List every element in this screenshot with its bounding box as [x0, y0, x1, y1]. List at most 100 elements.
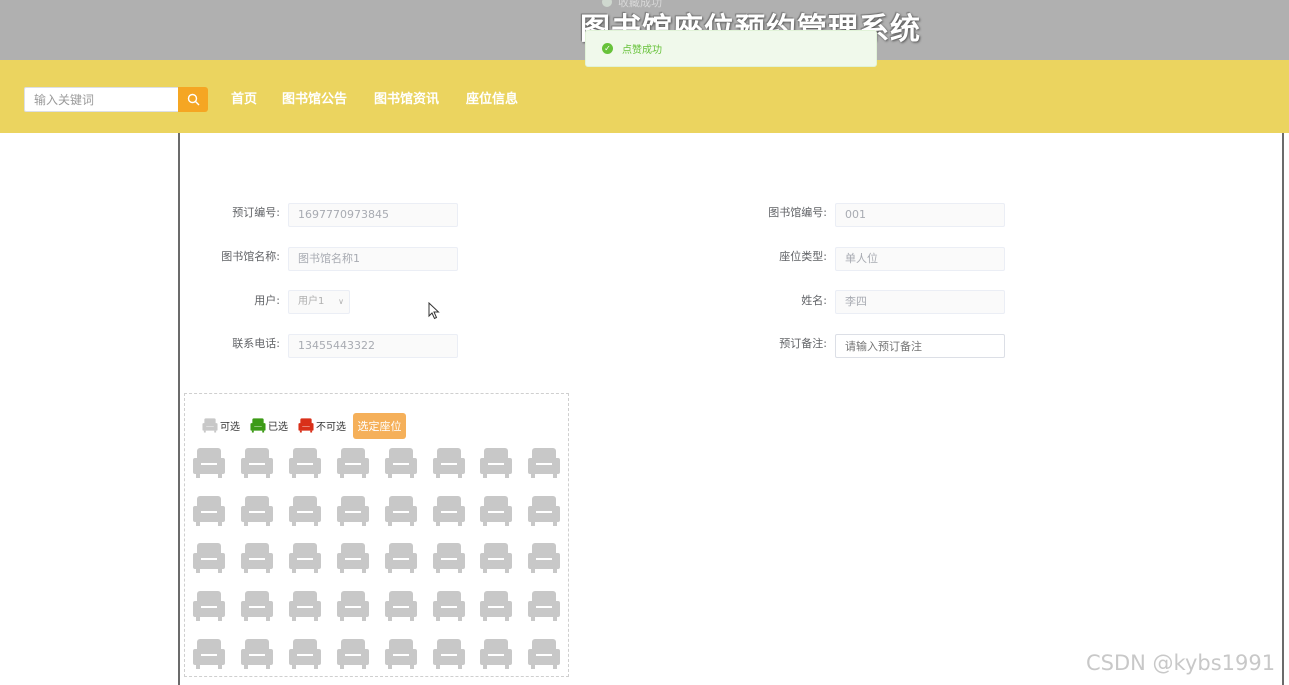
- seat-1-1[interactable]: [192, 445, 226, 479]
- seat-3-8[interactable]: [527, 540, 561, 574]
- seat-5-2[interactable]: [240, 636, 274, 670]
- seat-4-6[interactable]: [432, 588, 466, 622]
- seat-2-3[interactable]: [288, 493, 322, 527]
- seat-4-5[interactable]: [384, 588, 418, 622]
- seat-type-field: 单人位: [835, 247, 1005, 271]
- watermark: CSDN @kybs1991: [1086, 651, 1276, 675]
- seat-5-1[interactable]: [192, 636, 226, 670]
- seat-4-7[interactable]: [479, 588, 513, 622]
- seat-2-6[interactable]: [432, 493, 466, 527]
- legend-unavailable-label: 不可选: [316, 421, 346, 433]
- armchair-icon: [480, 591, 512, 621]
- seat-1-3[interactable]: [288, 445, 322, 479]
- armchair-icon: [193, 591, 225, 621]
- select-seat-button[interactable]: 选定座位: [353, 413, 406, 439]
- seat-5-7[interactable]: [479, 636, 513, 670]
- seat-type-label: 座位类型:: [779, 250, 827, 263]
- mouse-cursor-icon: [428, 302, 440, 320]
- seat-2-8[interactable]: [527, 493, 561, 527]
- remark-input[interactable]: [835, 334, 1005, 358]
- armchair-icon: [241, 639, 273, 669]
- seat-5-5[interactable]: [384, 636, 418, 670]
- armchair-icon: [528, 591, 560, 621]
- chevron-down-icon: ∨: [338, 297, 344, 306]
- library-name-field: 图书馆名称1: [288, 247, 458, 271]
- seat-4-2[interactable]: [240, 588, 274, 622]
- seat-5-8[interactable]: [527, 636, 561, 670]
- library-no-label: 图书馆编号:: [768, 206, 827, 219]
- armchair-icon: [528, 496, 560, 526]
- search-input[interactable]: [24, 87, 178, 112]
- library-name-label: 图书馆名称:: [221, 250, 280, 263]
- armchair-icon: [480, 448, 512, 478]
- seat-4-4[interactable]: [336, 588, 370, 622]
- armchair-icon: [480, 639, 512, 669]
- user-select-value: 用户1: [298, 296, 325, 307]
- armchair-icon: [337, 543, 369, 573]
- armchair-icon: [433, 639, 465, 669]
- armchair-icon: [241, 496, 273, 526]
- phone-label: 联系电话:: [232, 337, 280, 350]
- seat-5-4[interactable]: [336, 636, 370, 670]
- seat-3-1[interactable]: [192, 540, 226, 574]
- armchair-icon: [385, 543, 417, 573]
- armchair-icon: [193, 496, 225, 526]
- armchair-icon: [480, 496, 512, 526]
- armchair-icon: [289, 591, 321, 621]
- seat-1-6[interactable]: [432, 445, 466, 479]
- armchair-icon: [385, 496, 417, 526]
- seat-2-2[interactable]: [240, 493, 274, 527]
- user-select[interactable]: 用户1 ∨: [288, 290, 350, 314]
- legend-selected-label: 已选: [268, 421, 288, 433]
- legend-available-label: 可选: [220, 421, 240, 433]
- seat-1-2[interactable]: [240, 445, 274, 479]
- armchair-icon: [289, 496, 321, 526]
- seat-1-4[interactable]: [336, 445, 370, 479]
- name-field: 李四: [835, 290, 1005, 314]
- armchair-icon: [241, 591, 273, 621]
- nav-library-notices[interactable]: 图书馆公告: [282, 88, 347, 107]
- armchair-icon: [193, 448, 225, 478]
- armchair-icon: [289, 639, 321, 669]
- armchair-icon: [385, 591, 417, 621]
- nav-home[interactable]: 首页: [231, 88, 257, 107]
- name-label: 姓名:: [801, 294, 827, 307]
- armchair-icon: [241, 543, 273, 573]
- armchair-icon: [337, 496, 369, 526]
- armchair-icon: [337, 448, 369, 478]
- armchair-icon: [289, 543, 321, 573]
- seat-3-5[interactable]: [384, 540, 418, 574]
- seat-4-1[interactable]: [192, 588, 226, 622]
- seat-5-3[interactable]: [288, 636, 322, 670]
- success-toast: ✓ 点赞成功: [585, 30, 877, 67]
- seat-4-8[interactable]: [527, 588, 561, 622]
- seat-3-7[interactable]: [479, 540, 513, 574]
- legend-selected: 已选: [249, 417, 288, 433]
- seat-3-6[interactable]: [432, 540, 466, 574]
- seat-3-2[interactable]: [240, 540, 274, 574]
- search-button[interactable]: [178, 87, 208, 112]
- nav-seat-info[interactable]: 座位信息: [466, 88, 518, 107]
- seat-3-3[interactable]: [288, 540, 322, 574]
- armchair-icon: [385, 448, 417, 478]
- armchair-icon: [433, 591, 465, 621]
- legend-unavailable: 不可选: [297, 417, 346, 433]
- search-icon: [187, 93, 199, 106]
- seat-2-1[interactable]: [192, 493, 226, 527]
- seat-3-4[interactable]: [336, 540, 370, 574]
- armchair-icon: [298, 418, 314, 433]
- seat-2-4[interactable]: [336, 493, 370, 527]
- seat-4-3[interactable]: [288, 588, 322, 622]
- seat-2-7[interactable]: [479, 493, 513, 527]
- seat-2-5[interactable]: [384, 493, 418, 527]
- seat-1-5[interactable]: [384, 445, 418, 479]
- armchair-icon: [193, 639, 225, 669]
- seat-1-7[interactable]: [479, 445, 513, 479]
- armchair-icon: [528, 543, 560, 573]
- seat-1-8[interactable]: [527, 445, 561, 479]
- armchair-icon: [528, 448, 560, 478]
- booking-no-label: 预订编号:: [232, 206, 280, 219]
- seat-5-6[interactable]: [432, 636, 466, 670]
- nav-library-news[interactable]: 图书馆资讯: [374, 88, 439, 107]
- armchair-icon: [202, 418, 218, 433]
